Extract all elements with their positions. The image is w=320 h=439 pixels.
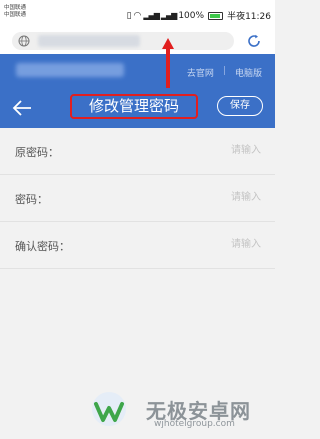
refresh-icon[interactable]: [246, 33, 262, 49]
password-input[interactable]: [111, 188, 261, 206]
watermark: 无极安卓网 wjhotelgroup.com: [0, 378, 275, 439]
annotation-arrow-icon: [162, 38, 174, 88]
watermark-logo-icon: [92, 392, 126, 426]
wifi-icon: ◠: [133, 10, 142, 21]
carrier-2: 中国联通: [4, 12, 27, 18]
form-row-old-password: 原密码：: [0, 128, 275, 175]
status-bar: 中国联通 中国联通 ▯ ◠ ▂▄▆ ▂▄▆ 100% 半夜11:26: [0, 0, 275, 30]
url-field[interactable]: [12, 32, 234, 50]
watermark-url: wjhotelgroup.com: [154, 419, 235, 429]
carrier-1: 中国联通: [4, 5, 27, 11]
form-row-password: 密码：: [0, 175, 275, 222]
link-separator: |: [222, 66, 226, 76]
link-desktop-version[interactable]: 电脑版: [235, 66, 262, 79]
signal-icon-2: ▂▄▆: [160, 11, 178, 20]
banner-links: 去官网 | 电脑版: [187, 66, 262, 79]
signal-icon: ▂▄▆: [143, 11, 160, 20]
url-text-redacted: [38, 35, 140, 47]
save-button[interactable]: 保存: [217, 96, 263, 116]
site-banner: 去官网 | 电脑版: [0, 54, 275, 88]
nav-bar: 修改管理密码 保存: [0, 88, 275, 128]
password-label: 密码：: [15, 193, 48, 206]
form-row-confirm-password: 确认密码：: [0, 222, 275, 269]
battery-percent: 100%: [178, 10, 205, 21]
arrow-left-icon[interactable]: [12, 100, 32, 116]
old-password-input[interactable]: [111, 141, 261, 159]
link-official-site[interactable]: 去官网: [187, 66, 214, 79]
browser-url-bar: [0, 30, 275, 54]
old-password-label: 原密码：: [15, 146, 59, 159]
password-form: 原密码： 密码： 确认密码：: [0, 128, 275, 269]
page-title: 修改管理密码: [70, 94, 198, 119]
carrier-labels: 中国联通 中国联通: [4, 5, 26, 19]
confirm-password-label: 确认密码：: [15, 240, 70, 253]
globe-icon: [18, 35, 30, 47]
battery-icon: [208, 11, 224, 20]
clock: 半夜11:26: [227, 12, 271, 22]
vibrate-icon: ▯: [126, 10, 132, 21]
confirm-password-input[interactable]: [111, 235, 261, 253]
status-indicators: ▯ ◠ ▂▄▆ ▂▄▆ 100% 半夜11:26: [126, 9, 271, 23]
site-name-redacted: [16, 63, 124, 77]
